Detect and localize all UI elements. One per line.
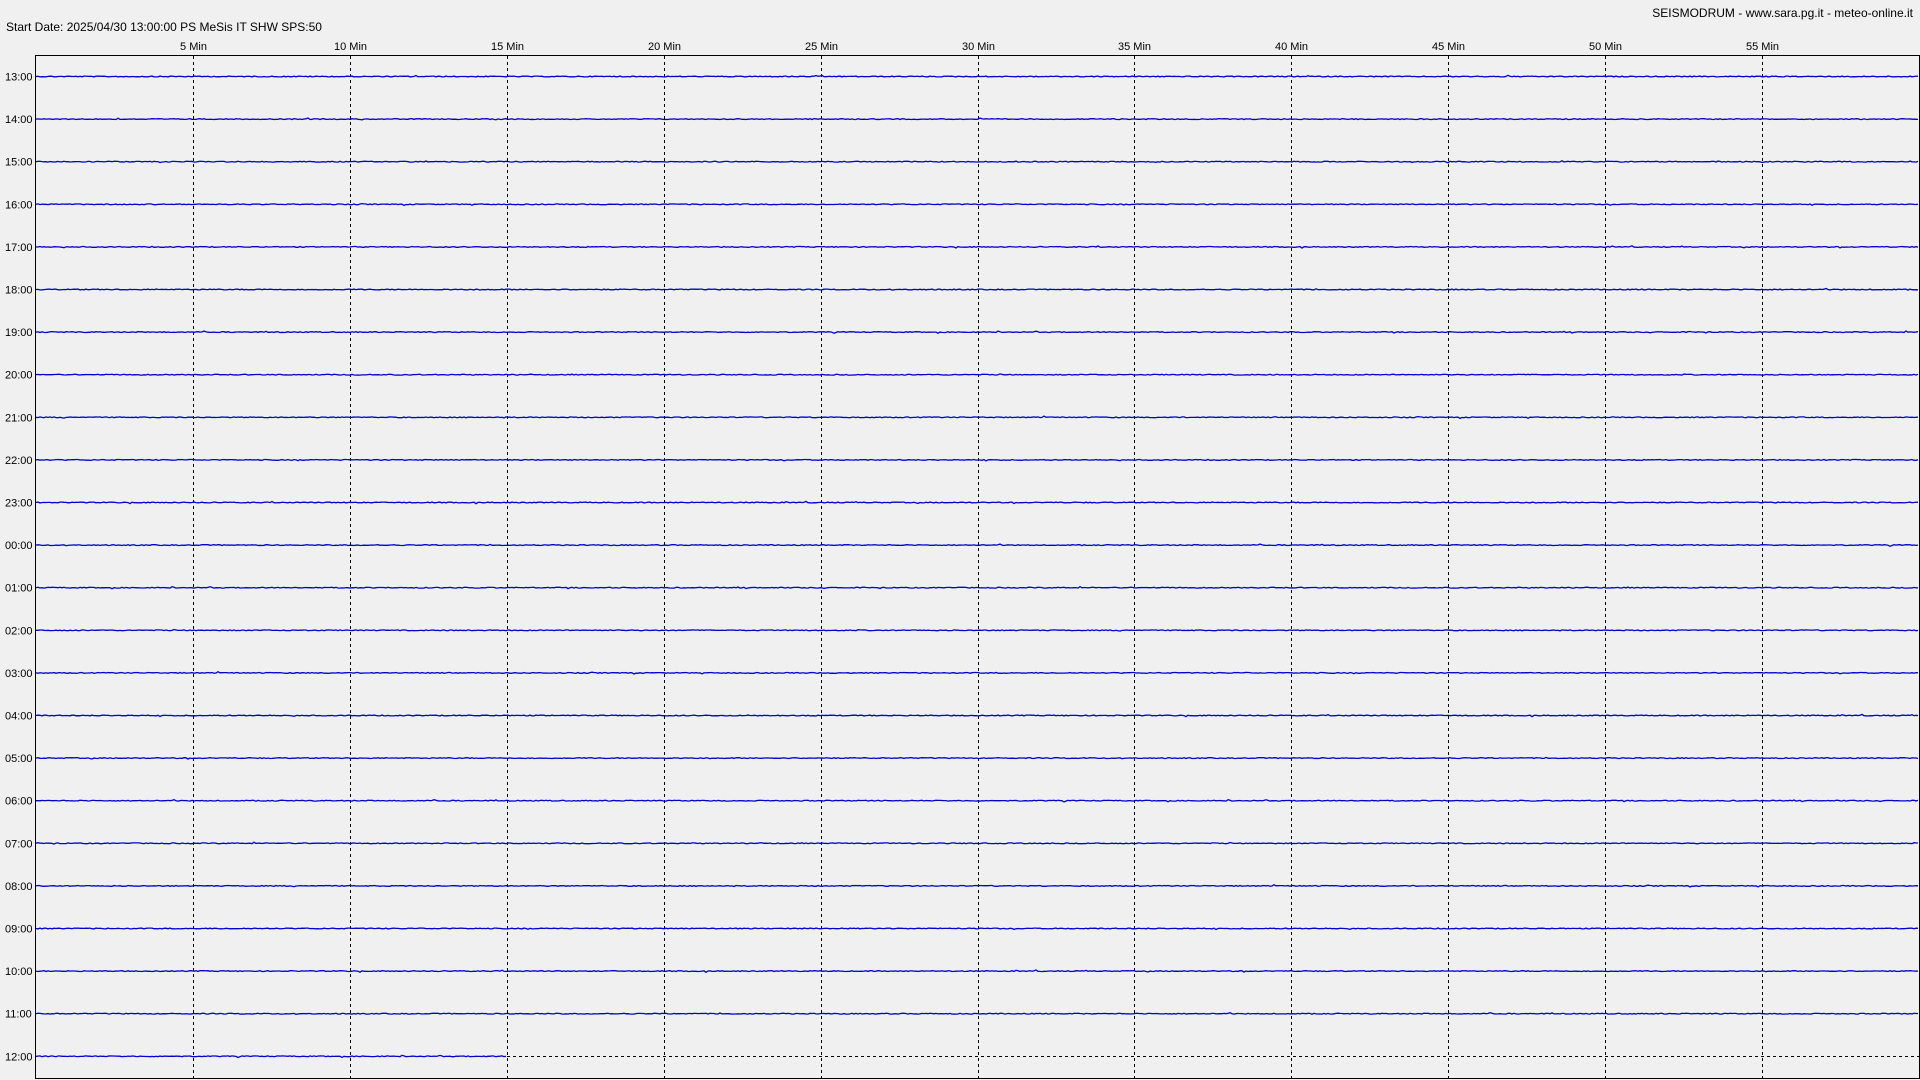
row-label-0200: 02:00: [5, 625, 33, 637]
row-label-2200: 22:00: [5, 455, 33, 467]
x-tick-label-55-min: 55 Min: [1746, 41, 1779, 53]
row-label-2300: 23:00: [5, 498, 33, 510]
row-label-0500: 05:00: [5, 753, 33, 765]
row-label-2000: 20:00: [5, 370, 33, 382]
x-tick-label-10-min: 10 Min: [334, 41, 367, 53]
row-label-0900: 09:00: [5, 924, 33, 936]
row-label-1800: 18:00: [5, 285, 33, 297]
row-label-0100: 01:00: [5, 583, 33, 595]
x-tick-label-45-min: 45 Min: [1432, 41, 1465, 53]
row-label-0300: 03:00: [5, 668, 33, 680]
row-label-0600: 06:00: [5, 796, 33, 808]
row-label-0400: 04:00: [5, 711, 33, 723]
row-label-1600: 16:00: [5, 199, 33, 211]
row-label-2100: 21:00: [5, 412, 33, 424]
x-tick-label-30-min: 30 Min: [962, 41, 995, 53]
row-label-1500: 15:00: [5, 157, 33, 169]
row-label-1700: 17:00: [5, 242, 33, 254]
x-tick-label-20-min: 20 Min: [648, 41, 681, 53]
row-label-1900: 19:00: [5, 327, 33, 339]
x-tick-label-25-min: 25 Min: [805, 41, 838, 53]
row-label-0000: 00:00: [5, 540, 33, 552]
x-tick-label-35-min: 35 Min: [1118, 41, 1151, 53]
seismogram-chart: Start Date: 2025/04/30 13:00:00 PS MeSis…: [0, 0, 1920, 1080]
start-date-label: Start Date: 2025/04/30 13:00:00 PS MeSis…: [6, 20, 322, 34]
x-tick-label-5-min: 5 Min: [180, 41, 207, 53]
row-label-0700: 07:00: [5, 838, 33, 850]
credit-label: SEISMODRUM - www.sara.pg.it - meteo-onli…: [1652, 6, 1913, 20]
row-label-1100: 11:00: [5, 1009, 32, 1021]
row-label-1000: 10:00: [5, 966, 33, 978]
row-label-1400: 14:00: [5, 114, 33, 126]
x-tick-label-50-min: 50 Min: [1589, 41, 1622, 53]
row-label-1200: 12:00: [5, 1051, 33, 1063]
x-tick-label-15-min: 15 Min: [491, 41, 524, 53]
row-label-1300: 13:00: [5, 72, 33, 84]
row-label-0800: 08:00: [5, 881, 33, 893]
x-tick-label-40-min: 40 Min: [1275, 41, 1308, 53]
